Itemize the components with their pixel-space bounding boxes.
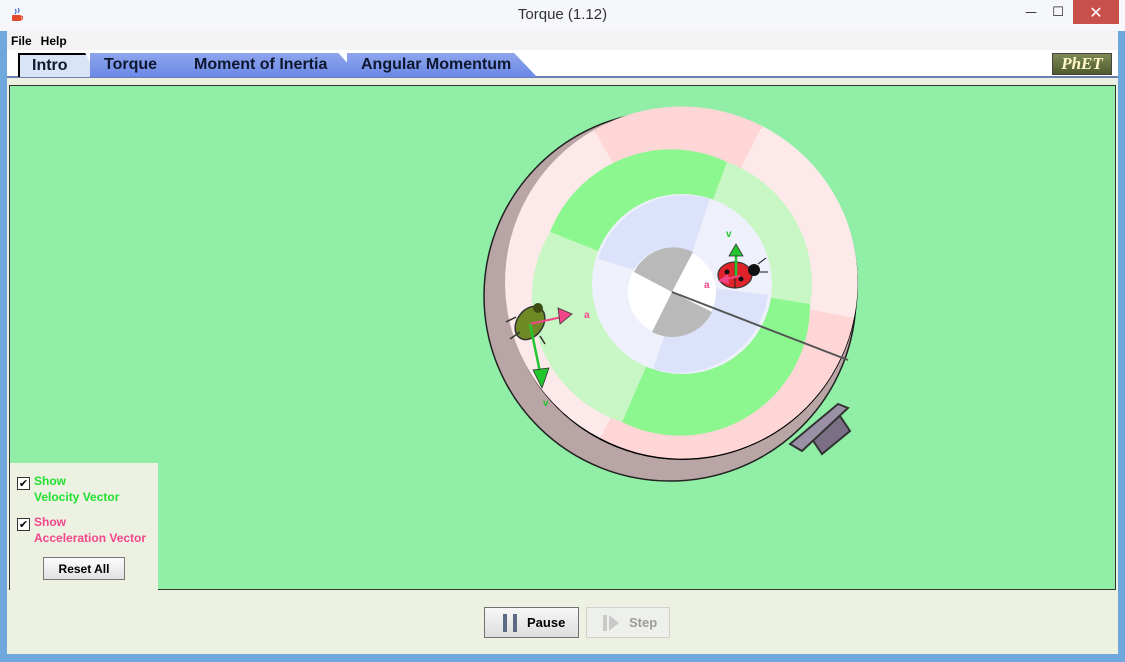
maximize-button[interactable]: ☐ <box>1045 0 1071 24</box>
tab-angular-momentum[interactable]: Angular Momentum <box>347 53 537 77</box>
step-label: Step <box>629 615 658 630</box>
turntable-disk[interactable] <box>505 106 858 460</box>
step-button[interactable]: Step <box>586 607 670 638</box>
simulation-canvas[interactable]: a v v a ✔ Show Velocity Vector ✔ Show Ac… <box>9 85 1116 590</box>
show-acceleration-label[interactable]: Show Acceleration Vector <box>34 514 146 546</box>
tab-torque[interactable]: Torque <box>90 53 195 77</box>
close-button[interactable]: ✕ <box>1073 0 1119 24</box>
show-velocity-line1: Show <box>34 474 66 488</box>
tab-strip: Intro Torque Moment of Inertia Angular M… <box>7 50 1118 78</box>
pause-label: Pause <box>527 615 566 630</box>
phet-logo[interactable]: PhET <box>1052 53 1112 75</box>
show-velocity-row[interactable]: ✔ Show Velocity Vector <box>17 473 119 505</box>
window-body: File Help Intro Torque Moment of Inertia… <box>7 31 1118 654</box>
show-acceleration-row[interactable]: ✔ Show Acceleration Vector <box>17 514 146 546</box>
show-acceleration-line2: Acceleration Vector <box>34 531 147 545</box>
menu-bar: File Help <box>7 31 1118 50</box>
tab-moment-of-inertia[interactable]: Moment of Inertia <box>180 53 360 77</box>
acceleration-label-right: a <box>704 280 710 291</box>
control-panel: ✔ Show Velocity Vector ✔ Show Accelerati… <box>10 463 158 590</box>
window-title: Torque (1.12) <box>517 6 608 23</box>
tab-intro[interactable]: Intro <box>18 53 98 77</box>
velocity-label-left: v <box>543 398 549 409</box>
show-velocity-checkbox[interactable]: ✔ <box>17 477 30 490</box>
velocity-label-right: v <box>726 229 732 240</box>
step-icon <box>603 614 619 631</box>
reset-all-button[interactable]: Reset All <box>43 557 125 580</box>
turntable-scene[interactable]: a v v a <box>10 86 1115 589</box>
menu-file[interactable]: File <box>11 34 32 48</box>
show-acceleration-checkbox[interactable]: ✔ <box>17 518 30 531</box>
pause-button[interactable]: Pause <box>484 607 579 638</box>
title-bar: Torque (1.12) — ☐ ✕ <box>0 0 1125 31</box>
menu-help[interactable]: Help <box>41 34 67 48</box>
minimize-button[interactable]: — <box>1018 0 1044 24</box>
show-velocity-label[interactable]: Show Velocity Vector <box>34 473 119 505</box>
playback-bar: Pause Step <box>7 591 1118 654</box>
show-velocity-line2: Velocity Vector <box>34 490 120 504</box>
show-acceleration-line1: Show <box>34 515 66 529</box>
pause-icon <box>503 613 517 632</box>
acceleration-label-left: a <box>584 310 590 321</box>
